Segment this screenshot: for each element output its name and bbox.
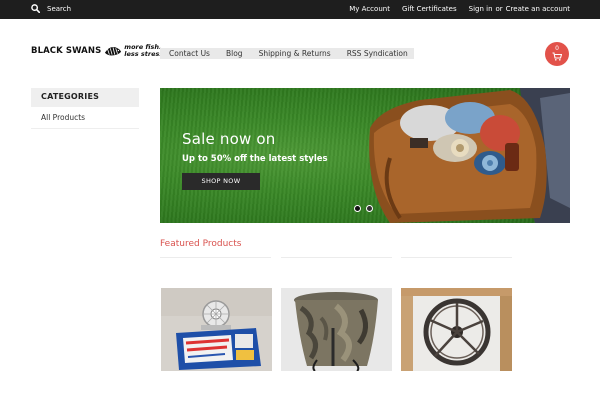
hero-carousel[interactable]: Sale now on Up to 50% off the latest sty…	[160, 88, 570, 223]
nav-item-shipping-returns[interactable]: Shipping & Returns	[251, 49, 339, 58]
category-all-products[interactable]: All Products	[31, 107, 139, 129]
categories-heading: CATEGORIES	[31, 88, 139, 107]
cart-button[interactable]: 0	[545, 42, 569, 66]
shop-now-button[interactable]: SHOP NOW	[182, 173, 260, 190]
divider	[401, 257, 512, 258]
divider	[281, 257, 392, 258]
nav-item-rss-syndication[interactable]: RSS Syndication	[339, 49, 416, 58]
main-nav: Contact Us Blog Shipping & Returns RSS S…	[160, 48, 414, 59]
carousel-dot-1[interactable]	[354, 205, 361, 212]
hero-subtitle: Up to 50% off the latest styles	[182, 154, 328, 164]
create-account-link[interactable]: Create an account	[506, 5, 570, 13]
top-bar: Search My Account Gift Certificates Sign…	[0, 0, 600, 19]
product-card-1[interactable]	[161, 288, 272, 371]
cart-count-badge: 0	[555, 45, 559, 52]
hero-title: Sale now on	[182, 130, 276, 148]
search-label: Search	[47, 4, 72, 13]
gift-certificates-link[interactable]: Gift Certificates	[402, 5, 457, 13]
carousel-dots	[354, 205, 373, 212]
my-account-link[interactable]: My Account	[349, 5, 390, 13]
logo-brand-text: BLACK SWANS	[31, 46, 102, 56]
rubber-wheel-product-image	[401, 288, 512, 371]
sign-in-link[interactable]: Sign in	[469, 5, 493, 13]
store-logo[interactable]: BLACK SWANS more fish. less stress.	[31, 40, 166, 62]
or-text: or	[495, 5, 503, 13]
divider	[160, 257, 271, 258]
shopping-cart-icon	[552, 52, 562, 61]
nav-item-contact-us[interactable]: Contact Us	[160, 49, 218, 58]
search-icon	[31, 4, 40, 13]
carousel-dot-2[interactable]	[366, 205, 373, 212]
product-card-2[interactable]	[281, 288, 392, 371]
camo-pop-up-bag-product-image	[281, 288, 392, 371]
search-link[interactable]: Search	[31, 4, 71, 13]
product-card-3[interactable]	[401, 288, 512, 371]
account-links: Sign in or Create an account	[469, 5, 570, 13]
nav-item-blog[interactable]: Blog	[218, 49, 251, 58]
featured-products-heading: Featured Products	[160, 239, 242, 249]
fishing-reel-product-image	[161, 288, 272, 371]
fish-logo-icon	[105, 47, 122, 56]
leather-bag-image	[369, 88, 570, 223]
